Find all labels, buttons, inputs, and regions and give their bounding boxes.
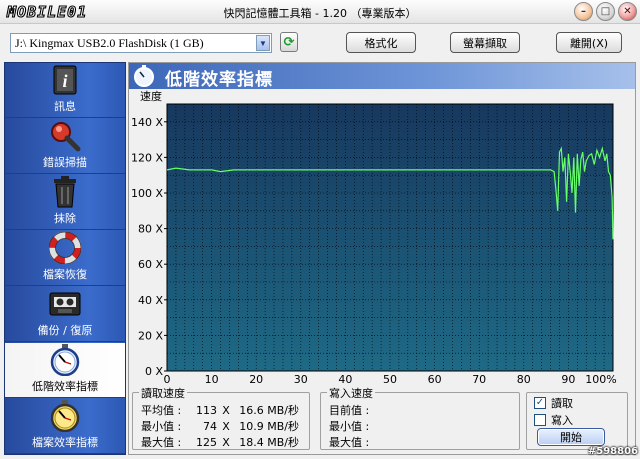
sidebar-item-error-scan[interactable]: 錯誤掃描 xyxy=(5,119,125,174)
stat-label: 最大值 : xyxy=(329,436,370,449)
sidebar-item-info[interactable]: i 訊息 xyxy=(5,63,125,118)
sidebar-item-file-benchmark[interactable]: 檔案效率指標 xyxy=(5,399,125,454)
stat-mb-value: 10.9 MB/秒 xyxy=(239,420,299,433)
sidebar: i 訊息 錯誤掃描 抹除 檔案恢復 備份 / 復原 低階效率指標 檔案效率指標 xyxy=(4,62,126,455)
stat-mb-value: 16.6 MB/秒 xyxy=(239,404,299,417)
sidebar-item-label: 檔案效率指標 xyxy=(32,436,98,449)
stat-x-value: 125 xyxy=(196,436,217,449)
write-stat-current: 目前值 : xyxy=(329,402,375,418)
read-speed-title: 讀取速度 xyxy=(139,385,187,401)
panel-header: 低階效率指標 xyxy=(129,63,635,90)
sidebar-item-erase[interactable]: 抹除 xyxy=(5,175,125,230)
stat-label: 平均值 : xyxy=(141,404,182,417)
panel-title: 低階效率指標 xyxy=(165,70,273,90)
sidebar-item-label: 低階效率指標 xyxy=(32,380,98,393)
stopwatch-gold-icon xyxy=(49,400,81,432)
read-stat-max: 最大值 : 125 X 18.4 MB/秒 xyxy=(141,434,299,450)
drive-select[interactable]: J:\ Kingmax USB2.0 FlashDisk (1 GB) ▼ xyxy=(10,33,272,53)
write-checkbox[interactable] xyxy=(534,414,546,426)
start-button[interactable]: 開始 xyxy=(537,428,605,446)
sidebar-item-label: 錯誤掃描 xyxy=(43,156,87,169)
sidebar-item-label: 備份 / 復原 xyxy=(37,324,93,337)
tape-icon xyxy=(49,288,81,320)
stat-label: 最小值 : xyxy=(141,420,182,433)
stopwatch-icon xyxy=(134,65,154,87)
stopwatch-icon xyxy=(49,344,81,376)
write-speed-title: 寫入速度 xyxy=(327,385,375,401)
read-checkbox-label: 讀取 xyxy=(551,397,573,410)
read-stat-min: 最小值 : 74 X 10.9 MB/秒 xyxy=(141,418,299,434)
stat-label: 最小值 : xyxy=(329,420,370,433)
trash-icon xyxy=(49,176,81,208)
stat-x-unit: X xyxy=(222,404,230,417)
sidebar-item-low-level-benchmark[interactable]: 低階效率指標 xyxy=(5,343,125,398)
write-speed-group: 寫入速度 目前值 : 最小值 : 最大值 : xyxy=(320,385,520,450)
maximize-icon: □ xyxy=(600,6,611,17)
read-checkbox-row[interactable]: ✓ 讀取 xyxy=(534,395,573,411)
y-axis-label: 速度 xyxy=(140,90,162,103)
write-checkbox-row[interactable]: 寫入 xyxy=(534,412,573,428)
write-checkbox-label: 寫入 xyxy=(551,414,573,427)
write-stat-min: 最小值 : xyxy=(329,418,375,434)
drive-select-value: J:\ Kingmax USB2.0 FlashDisk (1 GB) xyxy=(15,36,204,50)
stat-x-unit: X xyxy=(222,420,230,433)
sidebar-item-label: 抹除 xyxy=(54,212,76,225)
minimize-icon: – xyxy=(581,6,586,17)
info-icon: i xyxy=(49,64,81,96)
stat-mb-value: 18.4 MB/秒 xyxy=(239,436,299,449)
stat-label: 目前值 : xyxy=(329,404,370,417)
maximize-button[interactable]: □ xyxy=(596,2,615,21)
sidebar-item-file-recovery[interactable]: 檔案恢復 xyxy=(5,231,125,286)
svg-text:i: i xyxy=(62,71,67,91)
close-icon: ✕ xyxy=(623,6,632,17)
title-bar[interactable]: MOBILE01 快閃記憶體工具箱 - 1.20 （專業版本） – □ ✕ xyxy=(0,0,640,24)
screenshot-button[interactable]: 螢幕擷取 xyxy=(450,32,520,53)
sidebar-item-backup-restore[interactable]: 備份 / 復原 xyxy=(5,287,125,342)
stat-x-value: 74 xyxy=(203,420,217,433)
sidebar-item-label: 檔案恢復 xyxy=(43,268,87,281)
format-button[interactable]: 格式化 xyxy=(346,32,416,53)
refresh-icon: ⟳ xyxy=(283,34,295,50)
refresh-button[interactable]: ⟳ xyxy=(280,32,298,52)
read-stat-average: 平均值 : 113 X 16.6 MB/秒 xyxy=(141,402,299,418)
magnifier-icon xyxy=(49,120,81,152)
stat-x-value: 113 xyxy=(196,404,217,417)
chevron-down-icon[interactable]: ▼ xyxy=(256,35,270,51)
exit-button[interactable]: 離開(X) xyxy=(556,32,622,53)
lifebuoy-icon xyxy=(49,232,81,264)
read-checkbox[interactable]: ✓ xyxy=(534,397,546,409)
stat-x-unit: X xyxy=(222,436,230,449)
toolbar: J:\ Kingmax USB2.0 FlashDisk (1 GB) ▼ ⟳ … xyxy=(0,25,640,61)
window-title: 快閃記憶體工具箱 - 1.20 （專業版本） xyxy=(223,7,417,20)
sidebar-item-label: 訊息 xyxy=(54,100,76,113)
read-speed-group: 讀取速度 平均值 : 113 X 16.6 MB/秒 最小值 : 74 X 10.9 MB/… xyxy=(132,385,310,450)
close-button[interactable]: ✕ xyxy=(618,2,637,21)
write-stat-max: 最大值 : xyxy=(329,434,375,450)
minimize-button[interactable]: – xyxy=(574,2,593,21)
stat-label: 最大值 : xyxy=(141,436,182,449)
watermark: #598806 xyxy=(587,446,638,457)
